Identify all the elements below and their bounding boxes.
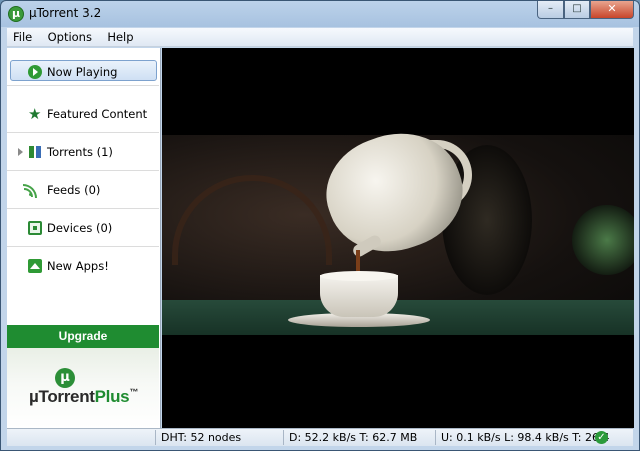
- menu-file[interactable]: File: [7, 28, 38, 44]
- upgrade-button[interactable]: Upgrade: [7, 325, 159, 348]
- trademark-symbol: ™: [129, 387, 139, 397]
- sidebar-item-new-apps[interactable]: New Apps!: [7, 248, 159, 285]
- utorrent-plus-logo-icon: µ: [55, 368, 75, 388]
- sidebar-item-featured-content[interactable]: ★ Featured Content: [7, 96, 159, 133]
- utorrent-logo-icon[interactable]: µ: [8, 6, 24, 22]
- device-icon: [28, 221, 42, 235]
- star-icon: ★: [28, 105, 42, 123]
- video-player[interactable]: [162, 48, 634, 428]
- torrents-icon: [28, 145, 42, 159]
- play-icon: [28, 65, 42, 79]
- background-bokeh: [572, 205, 634, 275]
- menu-bar: File Options Help: [7, 28, 633, 47]
- rss-feed-icon: [23, 183, 42, 198]
- menu-options[interactable]: Options: [42, 28, 98, 44]
- sidebar: Now Playing ★ Featured Content Torrents …: [7, 48, 161, 428]
- utorrent-plus-wordmark: µTorrentPlus™: [29, 387, 138, 407]
- status-separator: [155, 430, 156, 445]
- sidebar-item-feeds[interactable]: Feeds (0): [7, 172, 159, 209]
- sidebar-item-torrents[interactable]: Torrents (1): [7, 134, 159, 171]
- sidebar-item-now-playing[interactable]: Now Playing: [7, 48, 159, 86]
- teacup-rim: [320, 271, 398, 281]
- sidebar-item-label: Devices (0): [47, 221, 113, 235]
- status-separator: [283, 430, 284, 445]
- sidebar-item-label: Featured Content: [47, 107, 148, 121]
- menu-help[interactable]: Help: [101, 28, 139, 44]
- sidebar-item-devices[interactable]: Devices (0): [7, 210, 159, 247]
- teacup: [320, 275, 398, 317]
- window-title: µTorrent 3.2: [29, 6, 102, 20]
- minimize-button[interactable]: –: [537, 1, 564, 19]
- status-separator: [435, 430, 436, 445]
- expand-arrow-icon[interactable]: [18, 148, 23, 156]
- close-button[interactable]: ✕: [590, 1, 634, 19]
- apps-icon: [28, 259, 42, 273]
- status-bar: DHT: 52 nodes D: 52.2 kB/s T: 62.7 MB U:…: [7, 428, 633, 446]
- sidebar-item-label: Torrents (1): [47, 145, 113, 159]
- upload-status[interactable]: U: 0.1 kB/s L: 98.4 kB/s T: 26.4: [441, 431, 609, 444]
- app-window: µ µTorrent 3.2 – □ ✕ File Options Help N…: [0, 0, 640, 451]
- title-bar[interactable]: µ µTorrent 3.2 – □ ✕: [1, 1, 639, 27]
- sidebar-item-label: Feeds (0): [47, 183, 101, 197]
- dht-status[interactable]: DHT: 52 nodes: [161, 431, 241, 444]
- sidebar-item-label: New Apps!: [47, 259, 109, 273]
- video-frame: [162, 115, 634, 335]
- utorrent-plus-banner[interactable]: µ µTorrentPlus™: [7, 348, 159, 428]
- maximize-button[interactable]: □: [564, 1, 590, 19]
- brand-suffix: Plus: [94, 387, 130, 406]
- brand-prefix: µTorrent: [29, 387, 95, 406]
- network-ok-check-icon[interactable]: ✓: [595, 431, 608, 444]
- background-basket: [172, 175, 332, 265]
- download-status[interactable]: D: 52.2 kB/s T: 62.7 MB: [289, 431, 417, 444]
- sidebar-item-label: Now Playing: [47, 65, 118, 79]
